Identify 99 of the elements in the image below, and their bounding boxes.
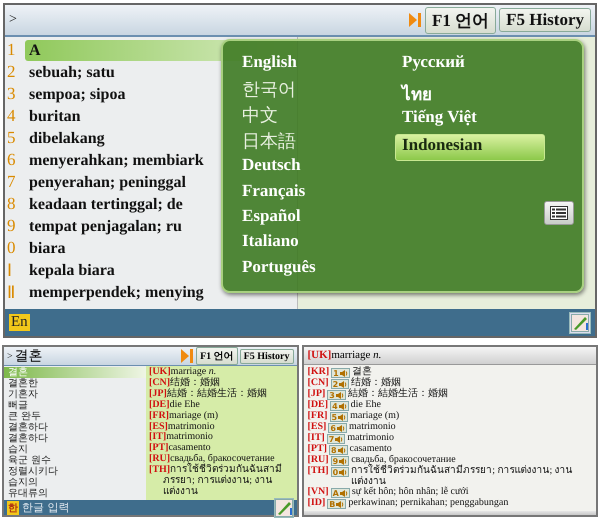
row-number: 0 xyxy=(6,238,16,258)
translation: sự kết hôn; hôn nhân; lễ cưới xyxy=(352,487,470,498)
result-item[interactable]: 결혼하다 xyxy=(4,422,146,433)
language-code: [CN] xyxy=(308,378,329,389)
row-number: 8 xyxy=(6,194,16,214)
function-button[interactable]: F5 History xyxy=(499,8,591,32)
language-option[interactable]: Tiếng Việt xyxy=(395,106,545,134)
language-code: [IT] xyxy=(308,433,325,444)
translation: 结婚：婚姻 xyxy=(351,378,402,388)
list-icon xyxy=(550,206,568,220)
language-code: [TH] xyxy=(308,466,329,477)
language-option[interactable]: Português xyxy=(235,256,385,281)
language-option[interactable]: ไทย xyxy=(395,78,545,106)
definition-line: [RU]свадьба, бракосочетание xyxy=(149,454,275,464)
row-number: Ⅱ xyxy=(6,282,16,302)
language-option[interactable]: 日本語 xyxy=(235,128,385,154)
translation: matrimonio xyxy=(348,422,397,433)
result-item[interactable]: 유대류의 xyxy=(4,488,146,499)
search-field[interactable]: 결혼 xyxy=(14,348,75,364)
translation: matrimonio xyxy=(347,433,395,444)
definition-line: [CN]结婚：婚姻 xyxy=(149,378,220,388)
definition-line: [PT]casamento xyxy=(149,443,212,454)
translation: die Ehe xyxy=(350,400,382,411)
row-number: 7 xyxy=(6,172,16,192)
translation: perkawinan; pernikahan; penggabungan xyxy=(348,498,510,509)
result-item[interactable]: 육군 원수 xyxy=(4,455,146,466)
language-code: [ES] xyxy=(308,422,326,433)
translation: casamento xyxy=(350,444,393,455)
input-mode-badge[interactable]: 한 xyxy=(7,500,19,514)
pen-icon xyxy=(571,314,589,332)
speaker-icon xyxy=(336,500,344,508)
input-mode-badge[interactable]: En xyxy=(9,314,30,331)
row-number: 2 xyxy=(6,62,16,82)
definition-line: [FR]mariage (m) xyxy=(149,410,220,422)
result-item[interactable]: 정렬시키다 xyxy=(4,466,146,477)
language-code: [JP] xyxy=(308,389,326,400)
result-item[interactable]: 큰 완두 xyxy=(4,411,146,422)
speaker-icon xyxy=(335,436,344,442)
language-code: [FR] xyxy=(308,411,328,422)
language-code: [RU] xyxy=(308,455,329,466)
input-mode-label: 한글 입력 xyxy=(22,500,70,515)
language-code: [DE] xyxy=(308,400,328,411)
translation: 結婚：結婚生活：婚姻 xyxy=(348,389,449,400)
speaker-icon xyxy=(338,446,346,454)
list-view-button[interactable] xyxy=(544,201,574,225)
language-option[interactable]: Русский xyxy=(395,51,545,78)
definition-line: [ES]matrimonio xyxy=(149,422,216,432)
function-button[interactable]: F1 언어 xyxy=(196,347,238,365)
translation: свадьба, бракосочетание xyxy=(351,455,456,465)
row-number: 4 xyxy=(6,106,16,126)
row-number: 3 xyxy=(6,84,16,104)
language-code: [VN] xyxy=(308,487,329,498)
prompt: > xyxy=(7,350,13,362)
entry-title: [UK]marriage n. xyxy=(304,347,596,365)
function-button[interactable]: F5 History xyxy=(240,348,294,364)
result-item[interactable]: 결혼한 xyxy=(4,378,146,389)
result-item[interactable]: 결혼하다 xyxy=(4,433,146,444)
translation: mariage (m) xyxy=(350,411,400,422)
result-item[interactable]: 기혼자 xyxy=(4,389,146,400)
result-item[interactable]: 뻐글 xyxy=(4,400,146,411)
language-option[interactable]: Español xyxy=(235,204,385,230)
language-option[interactable]: Français xyxy=(235,180,385,205)
handwriting-button[interactable] xyxy=(274,498,294,518)
skip-icon xyxy=(408,12,422,28)
language-option[interactable]: Italiano xyxy=(235,230,385,256)
row-number: 6 xyxy=(6,150,16,170)
language-code: [ID] xyxy=(308,498,326,509)
row-number: Ⅰ xyxy=(6,260,13,280)
language-code: [PT] xyxy=(308,444,327,455)
row-number: 5 xyxy=(6,128,16,148)
speaker-icon xyxy=(339,458,348,464)
speaker-icon xyxy=(339,468,348,476)
language-option[interactable]: Indonesian xyxy=(395,134,545,161)
definition-line: [DE]die Ehe xyxy=(149,400,201,411)
speaker-icon xyxy=(336,424,345,432)
speaker-icon xyxy=(338,414,346,420)
row-number: 9 xyxy=(6,216,16,236)
definition-line: [UK]marriage n. xyxy=(149,367,218,377)
language-option[interactable]: 한국어 xyxy=(235,76,385,102)
pen-icon xyxy=(274,498,292,516)
definition-line: [TH]การใช้ชีวิตร่วมกันฉันสามีภรรยา; การแต่งงาน; งานแต่งงาน xyxy=(149,465,284,498)
speaker-icon xyxy=(340,490,348,497)
skip-icon xyxy=(180,348,194,364)
handwriting-button[interactable] xyxy=(569,312,591,334)
translation: 결혼 xyxy=(352,367,373,377)
speaker-icon xyxy=(336,392,344,398)
language-code: [KR] xyxy=(308,367,330,378)
language-option[interactable]: Deutsch xyxy=(235,154,385,180)
speaker-icon xyxy=(340,370,348,376)
result-item[interactable]: 습지 xyxy=(4,444,146,455)
result-item[interactable]: 습지의 xyxy=(4,477,146,488)
definition-line: [IT]matrimonio xyxy=(149,432,214,443)
prompt: > xyxy=(9,12,17,28)
language-option[interactable]: 中文 xyxy=(235,102,385,128)
row-number: 1 xyxy=(6,40,16,60)
function-button[interactable]: F1 언어 xyxy=(424,6,496,34)
speaker-icon xyxy=(338,402,347,410)
definition-line: [JP]結婚：結婚生活：婚姻 xyxy=(149,388,268,400)
speaker-icon xyxy=(339,380,348,388)
